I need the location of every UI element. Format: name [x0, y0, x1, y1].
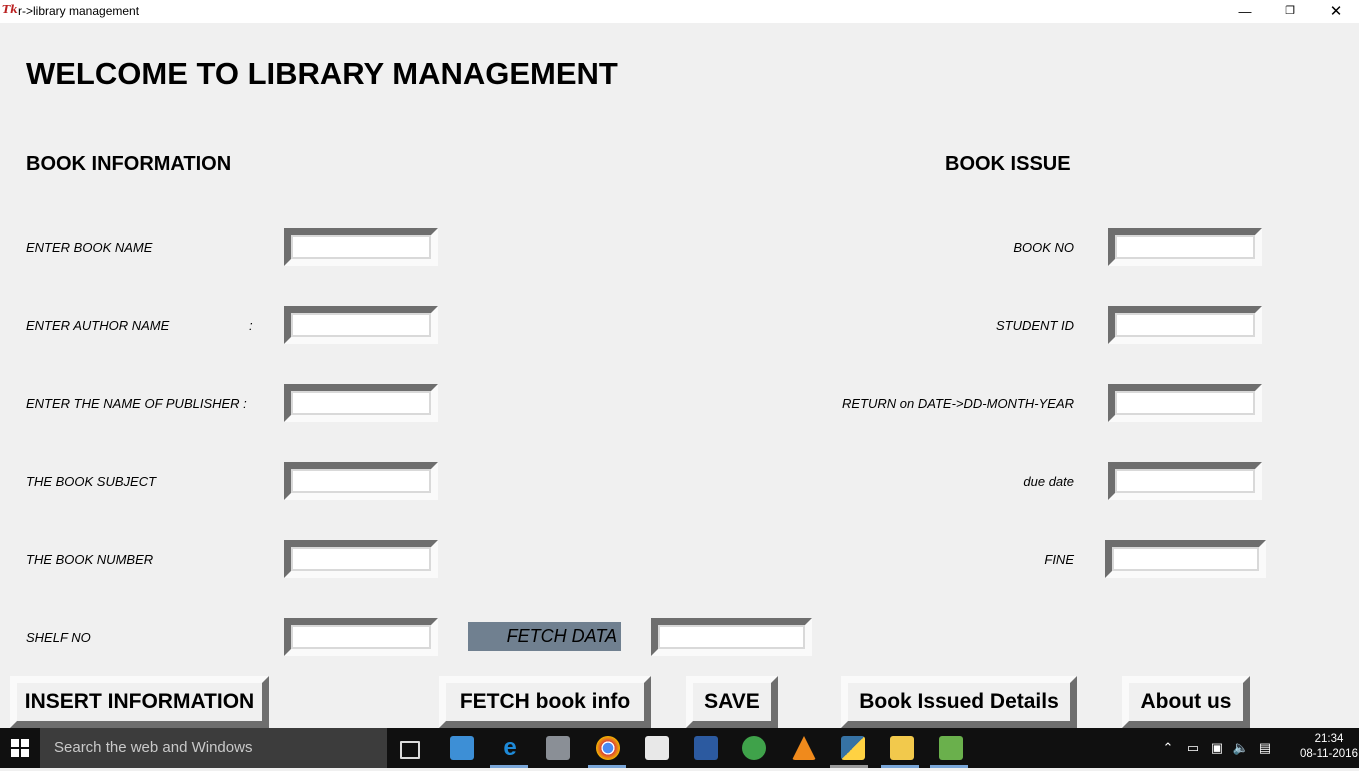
about-us-button[interactable]: About us: [1122, 676, 1250, 728]
close-button[interactable]: ✕: [1313, 0, 1359, 23]
volume-icon[interactable]: 🔈: [1232, 728, 1250, 768]
taskbar: Search the web and Windows e ⌃ ▭ ▣ 🔈 ▤ 2…: [0, 728, 1359, 768]
due-date-value[interactable]: [1117, 471, 1253, 491]
book-subject-input[interactable]: [284, 462, 438, 500]
publisher-value[interactable]: [293, 393, 429, 413]
window-title-bar: Tk r->library management — ❐ ✕: [0, 0, 1359, 23]
task-view-icon[interactable]: [400, 741, 420, 759]
shelf-no-value[interactable]: [293, 627, 429, 647]
book-number-value[interactable]: [293, 549, 429, 569]
author-name-colon: :: [249, 318, 253, 333]
author-name-input[interactable]: [284, 306, 438, 344]
shelf-no-label: SHELF NO: [26, 630, 91, 645]
app-icon-2[interactable]: [546, 736, 570, 760]
chrome-icon[interactable]: [596, 736, 620, 760]
book-number-input[interactable]: [284, 540, 438, 578]
download-manager-icon[interactable]: [742, 736, 766, 760]
app-icon-1[interactable]: [450, 736, 474, 760]
book-no-label: BOOK NO: [1013, 240, 1074, 255]
shelf-no-input[interactable]: [284, 618, 438, 656]
notification-icon[interactable]: ▤: [1256, 728, 1274, 768]
author-name-value[interactable]: [293, 315, 429, 335]
fetch-data-label: FETCH DATA: [468, 622, 621, 651]
maximize-button[interactable]: ❐: [1267, 0, 1313, 23]
battery-icon[interactable]: ▭: [1184, 728, 1202, 768]
book-name-label: ENTER BOOK NAME: [26, 240, 153, 255]
due-date-input[interactable]: [1108, 462, 1262, 500]
fine-input[interactable]: [1105, 540, 1266, 578]
book-name-value[interactable]: [293, 237, 429, 257]
due-date-label: due date: [1023, 474, 1074, 489]
insert-information-button[interactable]: INSERT INFORMATION: [10, 676, 269, 728]
window-title: r->library management: [18, 4, 140, 18]
book-subject-value[interactable]: [293, 471, 429, 491]
taskbar-clock[interactable]: 21:34 08-11-2016: [1300, 732, 1358, 762]
book-no-value[interactable]: [1117, 237, 1253, 257]
taskbar-search-box[interactable]: Search the web and Windows: [40, 728, 387, 768]
windows-start-icon[interactable]: [0, 728, 40, 768]
return-date-input[interactable]: [1108, 384, 1262, 422]
student-id-value[interactable]: [1117, 315, 1253, 335]
book-information-heading: BOOK INFORMATION: [26, 153, 232, 175]
clock-date: 08-11-2016: [1300, 748, 1358, 760]
chevron-up-icon[interactable]: ⌃: [1160, 728, 1176, 768]
tk-app-taskbar-icon[interactable]: [939, 736, 963, 760]
book-issue-heading: BOOK ISSUE: [945, 153, 1071, 175]
return-date-value[interactable]: [1117, 393, 1253, 413]
book-name-input[interactable]: [284, 228, 438, 266]
student-id-input[interactable]: [1108, 306, 1262, 344]
clock-time: 21:34: [1314, 733, 1344, 745]
book-no-input[interactable]: [1108, 228, 1262, 266]
fetch-book-info-button[interactable]: FETCH book info: [439, 676, 651, 728]
vlc-icon[interactable]: [792, 736, 816, 760]
student-id-label: STUDENT ID: [996, 318, 1074, 333]
fetch-data-input[interactable]: [651, 618, 812, 656]
publisher-label: ENTER THE NAME OF PUBLISHER :: [26, 396, 247, 411]
fine-label: FINE: [1044, 552, 1074, 567]
edge-browser-icon[interactable]: e: [498, 736, 522, 760]
python-icon[interactable]: [841, 736, 865, 760]
fetch-data-value[interactable]: [660, 627, 803, 647]
video-app-icon[interactable]: [645, 736, 669, 760]
author-name-label: ENTER AUTHOR NAME: [26, 318, 170, 333]
book-issued-details-button[interactable]: Book Issued Details: [841, 676, 1077, 728]
fine-value[interactable]: [1114, 549, 1257, 569]
tk-app-icon: Tk: [2, 3, 18, 16]
dev-cpp-icon[interactable]: [694, 736, 718, 760]
network-icon[interactable]: ▣: [1208, 728, 1226, 768]
minimize-button[interactable]: —: [1222, 0, 1268, 23]
book-number-label: THE BOOK NUMBER: [26, 552, 154, 567]
file-explorer-icon[interactable]: [890, 736, 914, 760]
return-date-label: RETURN on DATE->DD-MONTH-YEAR: [842, 396, 1074, 411]
publisher-input[interactable]: [284, 384, 438, 422]
page-title: WELCOME TO LIBRARY MANAGEMENT: [26, 56, 618, 91]
save-button[interactable]: SAVE: [686, 676, 778, 728]
book-subject-label: THE BOOK SUBJECT: [26, 474, 157, 489]
